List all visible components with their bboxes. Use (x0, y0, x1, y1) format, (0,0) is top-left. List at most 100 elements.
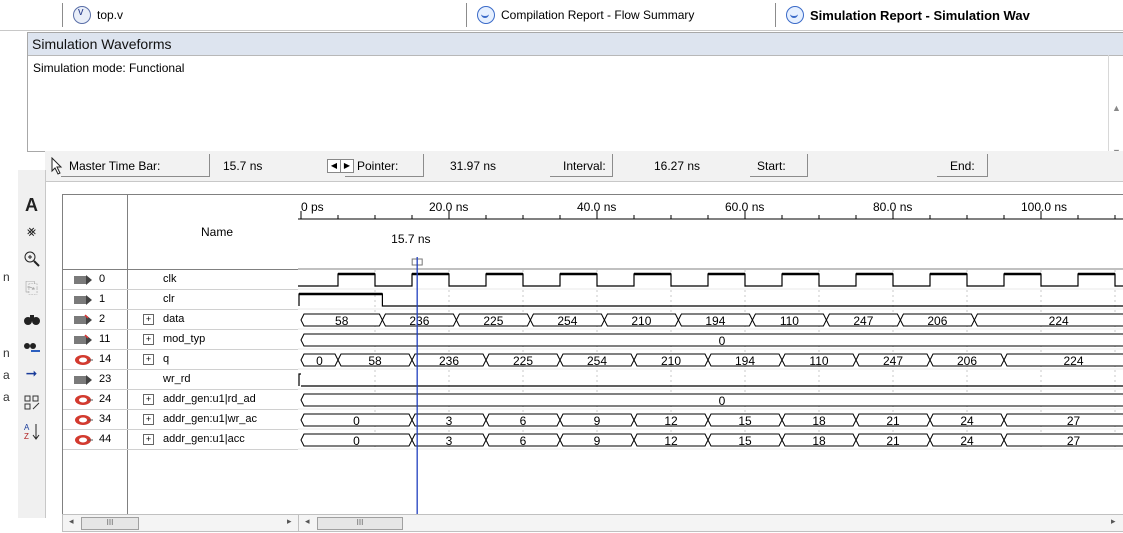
output-pin-icon (75, 415, 93, 425)
input-pin-icon (74, 295, 92, 305)
scroll-left-icon[interactable]: ◂ (69, 516, 74, 527)
tab-simulation-report[interactable]: Simulation Report - Simulation Wav (775, 0, 1030, 30)
scroll-left-icon[interactable]: ◂ (305, 516, 310, 527)
wr-ac-value: 24 (960, 414, 974, 428)
signal-name: clr (163, 293, 175, 305)
tab-top-v[interactable]: top.v (62, 0, 123, 30)
signal-index: 11 (99, 333, 111, 345)
expand-icon[interactable]: + (143, 314, 154, 325)
acc-value: 9 (594, 434, 601, 448)
input-pin-icon (74, 314, 92, 325)
acc-value: 12 (664, 434, 678, 448)
clk-wave (298, 273, 1123, 287)
group-icon[interactable] (18, 390, 45, 416)
signal-row[interactable]: 0 clk (63, 270, 299, 290)
waveform-edit-icon[interactable]: ⨳ (18, 218, 45, 244)
signal-row[interactable]: 34 + addr_gen:u1|wr_ac (63, 410, 299, 430)
signal-row[interactable]: 11 + mod_typ (63, 330, 299, 350)
signal-name: addr_gen:u1|wr_ac (163, 413, 257, 425)
acc-value: 24 (960, 434, 974, 448)
data-value: 58 (335, 314, 349, 328)
time-label: 0 ps (301, 200, 324, 214)
signal-name: clk (163, 273, 177, 285)
mod-typ-value: 0 (719, 334, 726, 348)
expand-icon[interactable]: + (143, 334, 154, 345)
data-value: 224 (1049, 314, 1069, 328)
input-pin-icon (74, 275, 92, 285)
tab-compilation-report[interactable]: Compilation Report - Flow Summary (466, 0, 694, 30)
q-value: 194 (735, 354, 755, 368)
find-icon[interactable] (18, 306, 45, 332)
zoom-icon[interactable] (18, 246, 45, 272)
signal-name: wr_rd (163, 373, 191, 385)
signal-row[interactable]: 44 + addr_gen:u1|acc (63, 430, 299, 450)
waveform-hscrollbar[interactable]: ◂ III ▸ (298, 514, 1123, 532)
mod-typ-segment (300, 333, 1123, 347)
signal-name: addr_gen:u1|acc (163, 433, 245, 445)
name-panel-hscrollbar[interactable]: ◂ III ▸ (62, 514, 300, 532)
report-scrollbar[interactable]: ▲ ▼ (1108, 55, 1123, 157)
scroll-right-icon[interactable]: ▸ (1111, 516, 1116, 527)
scrollbar-thumb[interactable]: III (81, 517, 139, 530)
time-label: 40.0 ns (577, 200, 616, 214)
signal-index: 34 (99, 413, 112, 425)
edge-fragment: a (3, 368, 10, 382)
signal-row[interactable]: 2 + data (63, 310, 299, 330)
clr-wave (298, 293, 1123, 307)
signal-index: 14 (99, 353, 112, 365)
simulation-report-panel: Simulation Waveforms Simulation mode: Fu… (27, 32, 1123, 157)
data-value: 254 (557, 314, 577, 328)
report-icon (477, 6, 495, 24)
signal-row[interactable]: 24 + addr_gen:u1|rd_ad (63, 390, 299, 410)
tab-label: Simulation Report - Simulation Wav (810, 7, 1030, 23)
signal-index: 1 (99, 293, 106, 305)
data-value: 247 (853, 314, 873, 328)
acc-value: 0 (353, 434, 360, 448)
input-pin-icon (74, 375, 92, 385)
report-icon (786, 6, 804, 24)
scrollbar-thumb[interactable]: III (317, 517, 403, 530)
q-value: 254 (587, 354, 607, 368)
svg-text:Z: Z (24, 432, 29, 440)
expand-icon[interactable]: + (143, 394, 154, 405)
waveform-tool-strip: A ⨳ ⎘ ➞ AZ (18, 170, 46, 518)
data-value: 194 (705, 314, 725, 328)
report-title: Simulation Waveforms (32, 36, 172, 52)
pointer-value: 31.97 ns (450, 159, 497, 173)
expand-icon[interactable]: + (143, 354, 154, 365)
wr-rd-wave (298, 373, 1123, 387)
signal-index: 23 (99, 373, 112, 385)
signal-row[interactable]: 14 + q (63, 350, 299, 370)
time-label: 80.0 ns (873, 200, 912, 214)
tab-label: Compilation Report - Flow Summary (501, 8, 695, 22)
acc-value: 18 (812, 434, 826, 448)
previous-icon[interactable]: ◀ (327, 159, 341, 173)
data-value: 206 (927, 314, 947, 328)
q-value: 225 (513, 354, 533, 368)
scroll-up-icon[interactable]: ▲ (1112, 103, 1121, 113)
acc-segment (1003, 433, 1123, 447)
svg-text:A: A (24, 423, 30, 432)
copy-icon[interactable]: ⎘ (18, 276, 45, 302)
sort-icon[interactable]: AZ (18, 418, 45, 444)
q-value: 247 (883, 354, 903, 368)
verilog-file-icon (73, 6, 91, 24)
arrow-right-icon[interactable]: ➞ (18, 360, 45, 386)
acc-value: 27 (1067, 434, 1081, 448)
acc-value: 21 (886, 434, 900, 448)
expand-icon[interactable]: + (143, 434, 154, 445)
q-value: 110 (809, 354, 828, 368)
signal-row[interactable]: 1 clr (63, 290, 299, 310)
find-next-icon[interactable] (18, 334, 45, 360)
signal-row[interactable]: 23 wr_rd (63, 370, 299, 390)
waveform-display[interactable]: 0 ps 20.0 ns 40.0 ns 60.0 ns 80.0 ns 100.0 ns… (298, 194, 1123, 516)
q-value: 58 (368, 354, 382, 368)
master-time-bar-value[interactable]: 15.7 ns (223, 159, 262, 173)
text-tool-icon[interactable]: A (18, 192, 45, 218)
wr-ac-value: 21 (886, 414, 900, 428)
scroll-right-icon[interactable]: ▸ (287, 516, 292, 527)
expand-icon[interactable]: + (143, 414, 154, 425)
rd-ad-value: 0 (719, 394, 726, 408)
signal-name: addr_gen:u1|rd_ad (163, 393, 256, 405)
waveform-canvas[interactable]: 0 ps 20.0 ns 40.0 ns 60.0 ns 80.0 ns 100.0 ns… (298, 195, 1123, 515)
